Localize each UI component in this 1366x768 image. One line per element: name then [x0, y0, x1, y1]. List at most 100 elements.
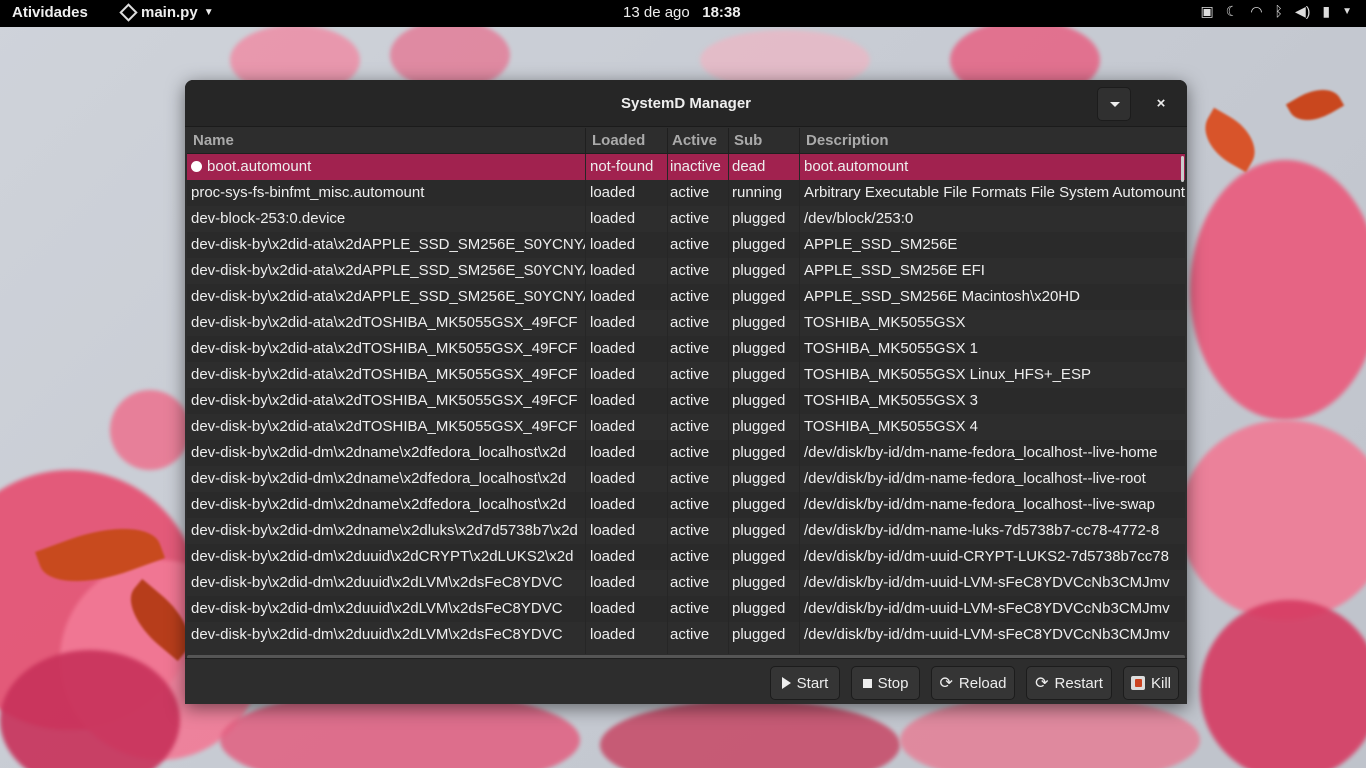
cell-text: loaded	[590, 288, 636, 305]
cell-text: /dev/disk/by-id/dm-uuid-LVM-sFeC8YDVCcNb…	[804, 626, 1170, 643]
table-row[interactable]: proc-sys-fs-binfmt_misc.automount loaded a…	[187, 180, 1185, 206]
column-header-sub[interactable]: Sub	[734, 132, 762, 149]
column-header-active[interactable]: Active	[672, 132, 717, 149]
cell-text: plugged	[732, 210, 786, 227]
cell-text: /dev/disk/by-id/dm-name-fedora_localhost…	[804, 444, 1158, 461]
header-bar: SystemD Manager ×	[185, 80, 1187, 127]
cell-sub: plugged	[732, 522, 798, 539]
table-row[interactable]: dev-disk-by\x2did-dm\x2duuid\x2dLVM\x2ds…	[187, 570, 1185, 596]
table-row[interactable]: dev-disk-by\x2did-ata\x2dAPPLE_SSD_SM256…	[187, 258, 1185, 284]
cell-name: dev-disk-by\x2did-ata\x2dTOSHIBA_MK5055G…	[191, 418, 585, 435]
cell-text: active	[670, 574, 710, 591]
cell-text: dev-disk-by\x2did-ata\x2dAPPLE_SSD_SM256…	[191, 262, 585, 279]
cell-active: active	[670, 574, 730, 591]
cell-text: TOSHIBA_MK5055GSX 1	[804, 340, 978, 357]
cell-text: plugged	[732, 236, 786, 253]
column-header-name[interactable]: Name	[193, 132, 234, 149]
systemd-manager-window: SystemD Manager × Name Loaded Active Sub…	[185, 80, 1187, 704]
cell-text: active	[670, 184, 710, 201]
cell-loaded: loaded	[590, 418, 666, 435]
table-row[interactable]: dev-disk-by\x2did-ata\x2dAPPLE_SSD_SM256…	[187, 232, 1185, 258]
cell-description: APPLE_SSD_SM256E	[804, 236, 1185, 253]
cell-loaded: loaded	[590, 210, 666, 227]
cell-text: loaded	[590, 496, 636, 513]
cell-text: loaded	[590, 366, 636, 383]
cell-active: active	[670, 366, 730, 383]
close-button[interactable]: ×	[1150, 93, 1172, 115]
cell-text: plugged	[732, 288, 786, 305]
cell-text: /dev/disk/by-id/dm-name-fedora_localhost…	[804, 496, 1155, 513]
cell-text: dev-disk-by\x2did-ata\x2dAPPLE_SSD_SM256…	[191, 236, 585, 253]
table-row[interactable]: dev-disk-by\x2did-ata\x2dTOSHIBA_MK5055G…	[187, 388, 1185, 414]
table-row[interactable]: dev-disk-by\x2did-dm\x2duuid\x2dLVM\x2ds…	[187, 622, 1185, 648]
cell-loaded: loaded	[590, 470, 666, 487]
cell-sub: plugged	[732, 496, 798, 513]
table-header: Name Loaded Active Sub Description	[187, 128, 1185, 154]
table-row[interactable]: dev-disk-by\x2did-ata\x2dTOSHIBA_MK5055G…	[187, 362, 1185, 388]
table-row[interactable]: dev-disk-by\x2did-dm\x2duuid\x2dLVM\x2ds…	[187, 596, 1185, 622]
cell-text: APPLE_SSD_SM256E EFI	[804, 262, 985, 279]
cell-text: active	[670, 288, 710, 305]
cell-loaded: loaded	[590, 392, 666, 409]
start-button[interactable]: Start	[770, 666, 840, 700]
cell-text: /dev/block/253:0	[804, 210, 914, 227]
column-header-loaded[interactable]: Loaded	[592, 132, 645, 149]
cell-text: plugged	[732, 262, 786, 279]
cell-sub: plugged	[732, 236, 798, 253]
table-row[interactable]: dev-disk-by\x2did-dm\x2dname\x2dfedora_l…	[187, 492, 1185, 518]
cell-loaded: loaded	[590, 262, 666, 279]
kill-button[interactable]: Kill	[1123, 666, 1179, 700]
cell-text: Arbitrary Executable File Formats File S…	[804, 184, 1185, 201]
clock[interactable]: 13 de ago 18:38	[623, 4, 741, 21]
cell-text: loaded	[590, 574, 636, 591]
cell-text: dev-disk-by\x2did-ata\x2dTOSHIBA_MK5055G…	[191, 392, 578, 409]
cell-text: plugged	[732, 626, 786, 643]
reload-button[interactable]: ⟳ Reload	[931, 666, 1015, 700]
column-header-description[interactable]: Description	[806, 132, 889, 149]
activities-button[interactable]: Atividades	[12, 4, 88, 21]
cell-text: plugged	[732, 340, 786, 357]
display-icon: ▣	[1200, 3, 1214, 19]
cell-sub: plugged	[732, 392, 798, 409]
table-row[interactable]: dev-disk-by\x2did-ata\x2dTOSHIBA_MK5055G…	[187, 336, 1185, 362]
cell-text: active	[670, 210, 710, 227]
window-title: SystemD Manager	[620, 95, 752, 112]
menu-button[interactable]	[1097, 87, 1131, 121]
table-row[interactable]: dev-disk-by\x2did-dm\x2dname\x2dfedora_l…	[187, 440, 1185, 466]
cell-name: dev-disk-by\x2did-dm\x2duuid\x2dLVM\x2ds…	[191, 600, 585, 617]
cell-text: plugged	[732, 418, 786, 435]
restart-label: Restart	[1054, 674, 1103, 692]
table-row[interactable]: dev-disk-by\x2did-ata\x2dTOSHIBA_MK5055G…	[187, 414, 1185, 440]
table-row[interactable]: boot.automount not-found inactive dead boot.…	[187, 154, 1185, 180]
cell-active: active	[670, 522, 730, 539]
cell-name: dev-disk-by\x2did-dm\x2duuid\x2dLVM\x2ds…	[191, 574, 585, 591]
table-row[interactable]: dev-disk-by\x2did-ata\x2dTOSHIBA_MK5055G…	[187, 310, 1185, 336]
restart-button[interactable]: ⟳ Restart	[1026, 666, 1112, 700]
table-row[interactable]: dev-disk-by\x2did-dm\x2dname\x2dfedora_l…	[187, 466, 1185, 492]
cell-text: loaded	[590, 548, 636, 565]
cell-text: active	[670, 496, 710, 513]
table-row[interactable]: dev-block-253:0.device loaded active plugge…	[187, 206, 1185, 232]
clock-date: 13 de ago	[623, 4, 690, 21]
stop-button[interactable]: Stop	[851, 666, 920, 700]
cell-description: /dev/block/253:0	[804, 210, 1185, 227]
vertical-scrollbar[interactable]	[1181, 156, 1184, 182]
table-row[interactable]: dev-disk-by\x2did-dm\x2dname\x2dluks\x2d…	[187, 518, 1185, 544]
app-menu[interactable]: main.py ▼	[119, 3, 214, 22]
cell-text: loaded	[590, 184, 636, 201]
cell-text: dev-disk-by\x2did-dm\x2dname\x2dfedora_l…	[191, 470, 567, 487]
cell-text: dev-disk-by\x2did-ata\x2dTOSHIBA_MK5055G…	[191, 340, 578, 357]
cell-sub: dead	[732, 158, 798, 175]
cell-text: loaded	[590, 444, 636, 461]
wifi-icon: ◠	[1250, 3, 1263, 19]
table-row[interactable]: dev-disk-by\x2did-ata\x2dAPPLE_SSD_SM256…	[187, 284, 1185, 310]
system-tray[interactable]: ▣ ☾ ◠ ᛒ ◀) ▮ ▼	[1201, 3, 1352, 20]
cell-text: TOSHIBA_MK5055GSX	[804, 314, 966, 331]
cell-description: /dev/disk/by-id/dm-uuid-LVM-sFeC8YDVCcNb…	[804, 600, 1185, 617]
table-row[interactable]: dev-disk-by\x2did-dm\x2duuid\x2dCRYPT\x2…	[187, 544, 1185, 570]
cell-name: dev-disk-by\x2did-ata\x2dTOSHIBA_MK5055G…	[191, 314, 585, 331]
cell-loaded: loaded	[590, 626, 666, 643]
battery-icon: ▮	[1322, 3, 1331, 19]
cell-description: TOSHIBA_MK5055GSX 4	[804, 418, 1185, 435]
reload-label: Reload	[958, 674, 1007, 692]
